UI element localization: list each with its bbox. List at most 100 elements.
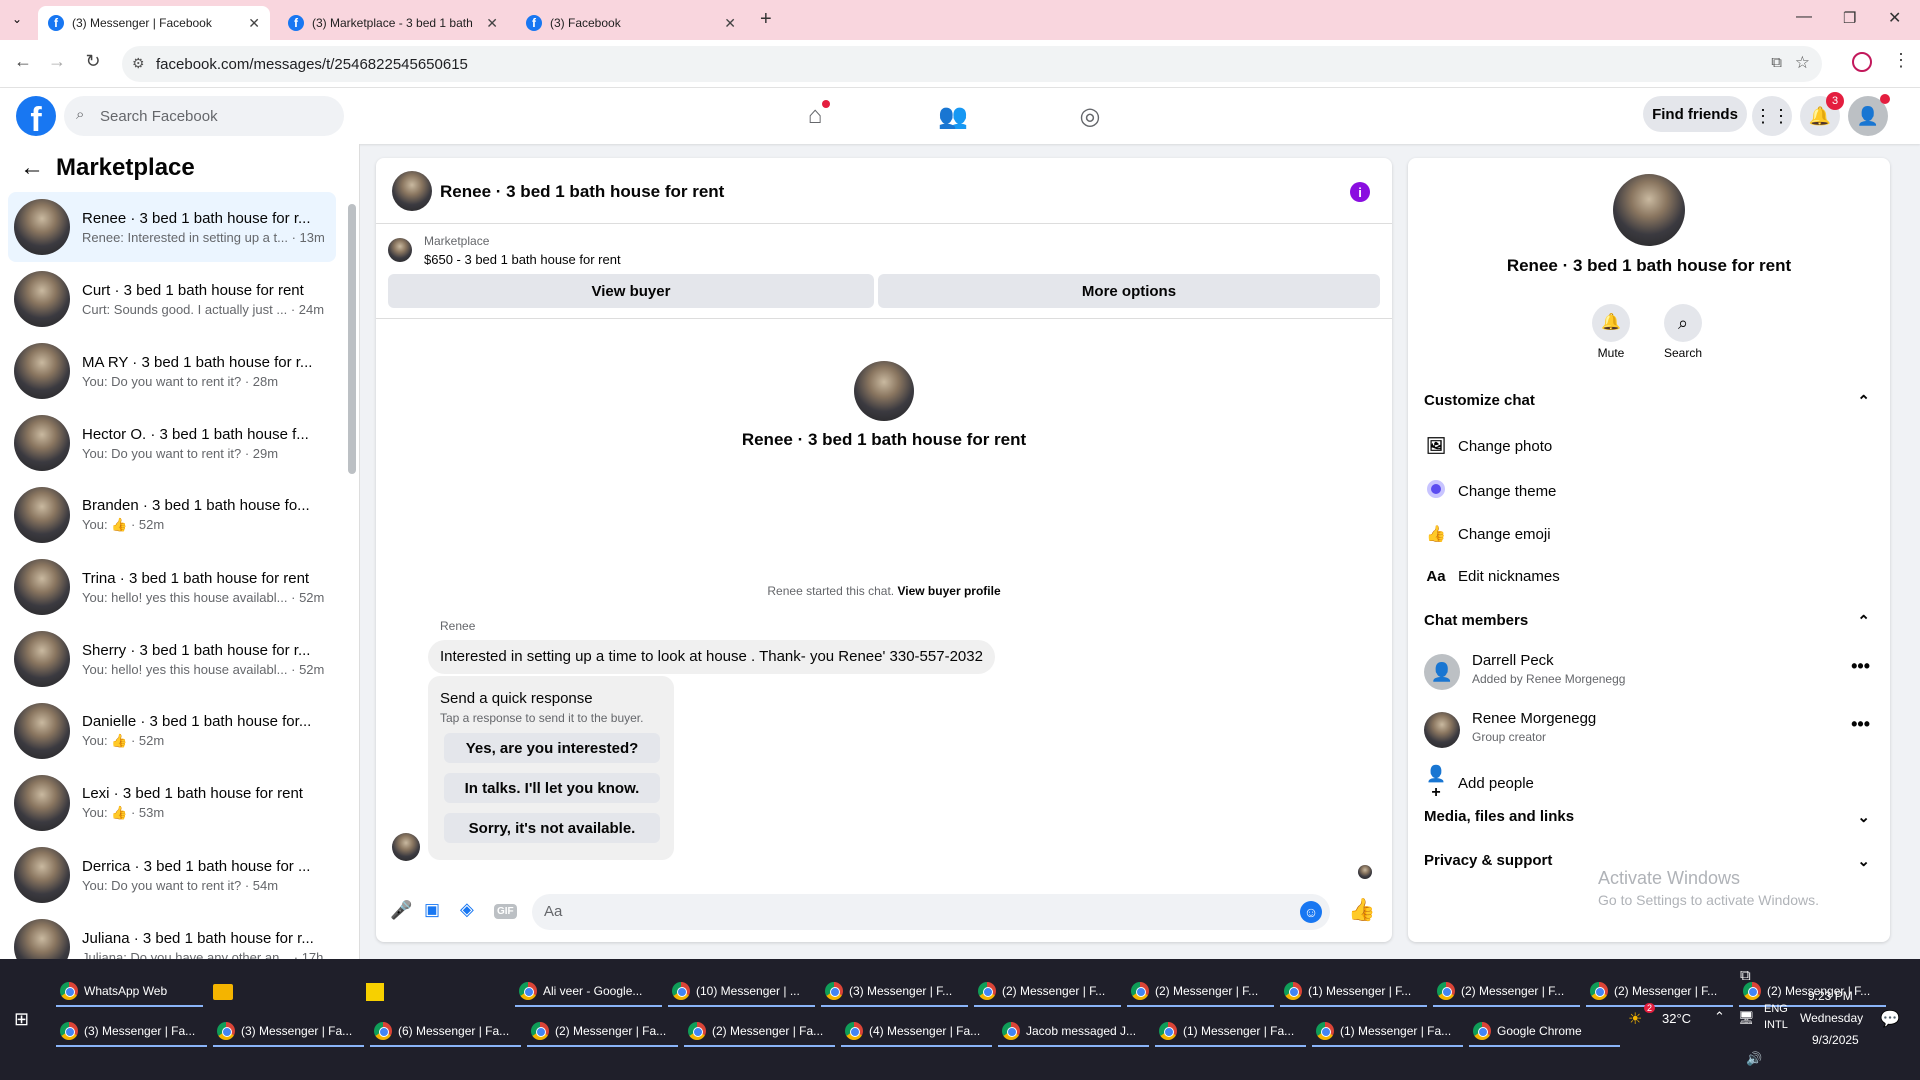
sticker-icon[interactable]: ◈ — [460, 899, 474, 920]
url-field[interactable]: ⚙ facebook.com/messages/t/25468225456506… — [122, 46, 1822, 82]
tab-facebook[interactable]: f (3) Facebook ✕ — [516, 6, 746, 40]
notification-center-icon[interactable]: 💬 — [1880, 1009, 1900, 1029]
new-tab-icon[interactable]: + — [760, 8, 772, 31]
conversation-item[interactable]: Trina · 3 bed 1 bath house for rent You: … — [8, 552, 336, 622]
facebook-logo-icon[interactable]: f — [16, 96, 56, 136]
listing-title[interactable]: $650 - 3 bed 1 bath house for rent — [424, 252, 621, 267]
conversation-item[interactable]: Lexi · 3 bed 1 bath house for rent You: 👍… — [8, 768, 336, 838]
taskbar-app-button[interactable]: (10) Messenger | ... — [668, 977, 815, 1007]
back-arrow-icon[interactable]: ← — [20, 154, 44, 182]
member-row[interactable]: 👤 Darrell Peck Added by Renee Morgenegg … — [1424, 648, 1870, 696]
conversation-item[interactable]: Juliana · 3 bed 1 bath house for r... Jul… — [8, 912, 336, 959]
conversation-item[interactable]: Danielle · 3 bed 1 bath house for... You:… — [8, 696, 336, 766]
account-avatar[interactable]: 👤 — [1848, 94, 1890, 136]
notifications-bell-icon[interactable]: 🔔 3 — [1800, 92, 1844, 136]
tab-marketplace[interactable]: f (3) Marketplace - 3 bed 1 bath ✕ — [278, 6, 508, 40]
conversation-item[interactable]: Derrica · 3 bed 1 bath house for ... You:… — [8, 840, 336, 910]
taskbar-app-button[interactable]: (2) Messenger | F... — [1586, 977, 1733, 1007]
taskbar-app-button[interactable]: (3) Messenger | Fa... — [213, 1017, 364, 1047]
taskbar-app-button[interactable]: WhatsApp Web — [56, 977, 203, 1007]
microphone-icon[interactable]: 🎤 — [390, 900, 412, 921]
language-code[interactable]: ENG — [1764, 1003, 1788, 1015]
chat-avatar[interactable] — [392, 171, 432, 211]
taskbar-app-button[interactable]: (6) Messenger | Fa... — [370, 1017, 521, 1047]
close-tab-icon[interactable]: ✕ — [724, 15, 736, 32]
message-bubble[interactable]: Interested in setting up a time to look … — [428, 640, 995, 674]
taskbar-app-button[interactable] — [209, 977, 356, 1007]
search-facebook-input[interactable]: ⌕ Search Facebook — [64, 96, 344, 136]
friends-nav-icon[interactable]: 👥 — [898, 96, 1008, 136]
restore-icon[interactable]: ❐ — [1843, 9, 1856, 27]
find-friends-button[interactable]: Find friends — [1643, 96, 1747, 132]
info-icon[interactable]: i — [1350, 182, 1370, 202]
tray-chevron-icon[interactable]: ⌃ — [1714, 1009, 1725, 1025]
taskbar-app-button[interactable]: Google Chrome — [1469, 1017, 1620, 1047]
menu-kebab-icon[interactable]: ⋮ — [1892, 50, 1910, 71]
taskbar-app-button[interactable]: (3) Messenger | F... — [821, 977, 968, 1007]
conversation-item[interactable]: MA RY · 3 bed 1 bath house for r... You: … — [8, 336, 336, 406]
clock-time[interactable]: 9:23 PM — [1808, 989, 1853, 1003]
taskbar-app-button[interactable]: Ali veer - Google... — [515, 977, 662, 1007]
taskbar-app-button[interactable]: (2) Messenger | F... — [1127, 977, 1274, 1007]
more-options-button[interactable]: More options — [878, 274, 1380, 308]
bookmark-star-icon[interactable]: ☆ — [1795, 53, 1810, 73]
weather-icon[interactable]: ☀ — [1628, 1009, 1642, 1029]
intro-avatar[interactable] — [854, 361, 914, 421]
start-windows-icon[interactable]: ⊞ — [14, 1009, 29, 1030]
details-avatar[interactable] — [1613, 174, 1685, 246]
menu-grid-icon[interactable]: ⋮⋮ — [1752, 96, 1792, 136]
taskbar-app-button[interactable]: (2) Messenger | F... — [1433, 977, 1580, 1007]
more-dots-icon[interactable]: ••• — [1851, 714, 1870, 735]
taskbar-app-button[interactable]: (3) Messenger | Fa... — [56, 1017, 207, 1047]
conversation-item[interactable]: Hector O. · 3 bed 1 bath house f... You: … — [8, 408, 336, 478]
gif-icon[interactable]: GIF — [494, 904, 517, 919]
clock-date[interactable]: 9/3/2025 — [1812, 1033, 1859, 1047]
more-dots-icon[interactable]: ••• — [1851, 656, 1870, 677]
search-chat-button[interactable]: ⌕ — [1664, 304, 1702, 342]
taskbar-app-button[interactable]: (1) Messenger | Fa... — [1312, 1017, 1463, 1047]
change-emoji-item[interactable]: 👍 Change emoji — [1424, 524, 1551, 544]
member-row[interactable]: Renee Morgenegg Group creator ••• — [1424, 706, 1870, 754]
back-icon[interactable]: ← — [10, 51, 36, 72]
forward-icon[interactable]: → — [44, 51, 70, 72]
conversation-item[interactable]: Curt · 3 bed 1 bath house for rent Curt: … — [8, 264, 336, 334]
close-tab-icon[interactable]: ✕ — [248, 15, 260, 32]
taskbar-app-button[interactable]: Jacob messaged J... — [998, 1017, 1149, 1047]
conversation-item[interactable]: Branden · 3 bed 1 bath house fo... You: 👍… — [8, 480, 336, 550]
install-app-icon[interactable]: ⧉ — [1771, 54, 1782, 71]
taskbar-app-button[interactable]: (2) Messenger | Fa... — [527, 1017, 678, 1047]
groups-nav-icon[interactable]: ◎ — [1035, 96, 1145, 136]
tab-search-icon[interactable]: ⌄ — [12, 12, 22, 26]
task-view-icon[interactable]: ⧉ — [1740, 967, 1751, 984]
taskbar-app-button[interactable]: (2) Messenger | Fa... — [684, 1017, 835, 1047]
mute-button[interactable]: 🔔 — [1592, 304, 1630, 342]
clock-day[interactable]: Wednesday — [1800, 1011, 1863, 1025]
profile-icon[interactable] — [1852, 52, 1872, 72]
chat-members-section[interactable]: Chat members ⌃ — [1424, 612, 1870, 630]
tab-messenger[interactable]: f (3) Messenger | Facebook ✕ — [38, 6, 270, 40]
taskbar-app-button[interactable]: (4) Messenger | Fa... — [841, 1017, 992, 1047]
view-buyer-button[interactable]: View buyer — [388, 274, 874, 308]
change-theme-item[interactable]: Change theme — [1424, 480, 1556, 503]
like-thumb-icon[interactable]: 👍 — [1348, 897, 1375, 923]
close-tab-icon[interactable]: ✕ — [486, 15, 498, 32]
conversation-item[interactable]: Renee · 3 bed 1 bath house for r... Renee… — [8, 192, 336, 262]
close-window-icon[interactable]: ✕ — [1888, 8, 1901, 28]
change-photo-item[interactable]: 🖼 Change photo — [1424, 436, 1552, 456]
message-input[interactable]: Aa ☺ — [532, 894, 1330, 930]
taskbar-app-button[interactable]: (1) Messenger | Fa... — [1155, 1017, 1306, 1047]
add-people-item[interactable]: 👤+ Add people — [1424, 764, 1534, 802]
reload-icon[interactable]: ↻ — [80, 51, 106, 72]
conversation-item[interactable]: Sherry · 3 bed 1 bath house for r... You:… — [8, 624, 336, 694]
home-nav-icon[interactable]: ⌂ — [760, 96, 870, 136]
emoji-icon[interactable]: ☺ — [1300, 901, 1322, 923]
quick-response-not-available[interactable]: Sorry, it's not available. — [444, 813, 660, 843]
view-buyer-profile-link[interactable]: View buyer profile — [897, 584, 1000, 598]
taskbar-app-button[interactable]: (1) Messenger | F... — [1280, 977, 1427, 1007]
taskbar-app-button[interactable]: (2) Messenger | F... — [974, 977, 1121, 1007]
quick-response-in-talks[interactable]: In talks. I'll let you know. — [444, 773, 660, 803]
weather-temp[interactable]: 32°C — [1662, 1011, 1691, 1026]
minimize-icon[interactable]: — — [1796, 8, 1812, 26]
quick-response-yes[interactable]: Yes, are you interested? — [444, 733, 660, 763]
media-files-section[interactable]: Media, files and links ⌄ — [1424, 808, 1870, 826]
